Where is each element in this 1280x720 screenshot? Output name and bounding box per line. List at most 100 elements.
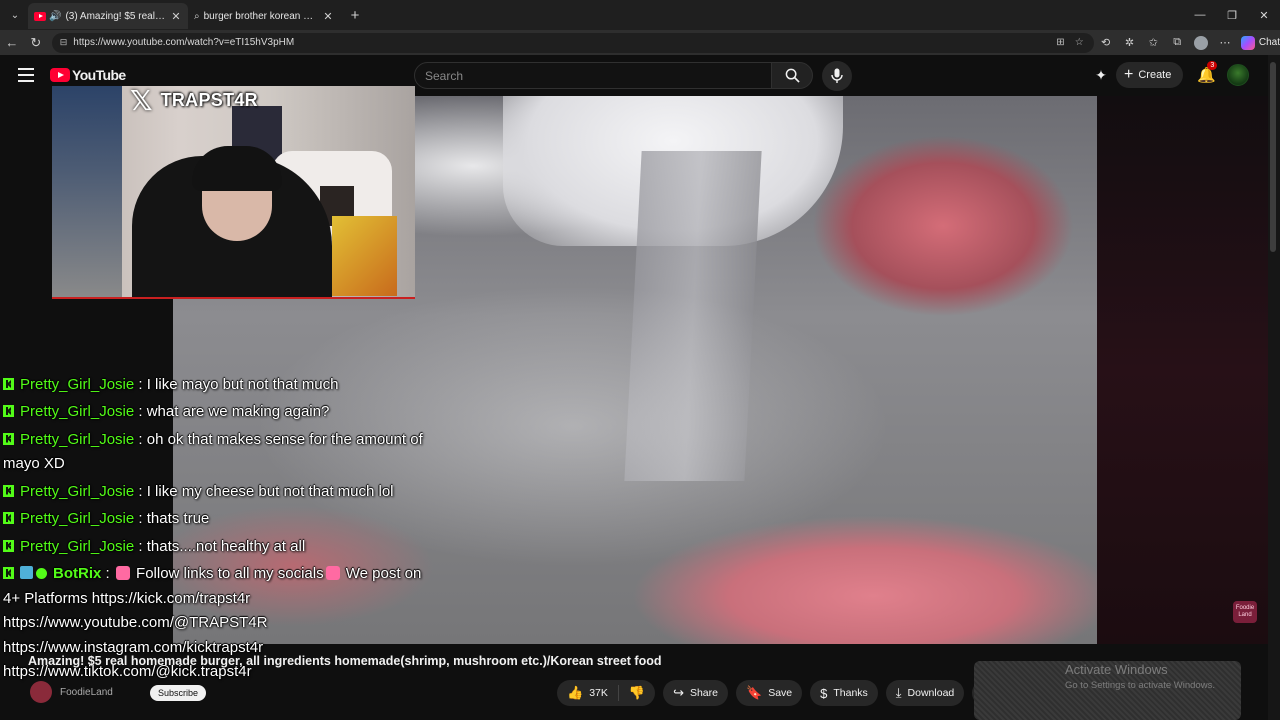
stream-chat-overlay: Pretty_Girl_Josie : I like mayo but not … <box>3 376 423 688</box>
tab-title: burger brother korean street food <box>203 10 318 22</box>
audio-playing-icon[interactable]: 🔊 <box>49 11 61 22</box>
thanks-label: Thanks <box>833 687 868 699</box>
notifications-button[interactable]: 🔔 3 <box>1191 61 1221 84</box>
chat-label: Chat <box>1258 37 1280 48</box>
chat-username: BotRix <box>53 565 102 582</box>
subscribe-button[interactable]: Subscribe <box>150 685 207 701</box>
restore-icon[interactable]: ❐ <box>1216 0 1248 30</box>
url-field[interactable]: ⊟ https://www.youtube.com/watch?v=eTI15h… <box>51 32 1094 53</box>
create-label: Create <box>1138 69 1172 81</box>
kick-badge-icon <box>3 539 14 552</box>
chat-message: Pretty_Girl_Josie : I like my cheese but… <box>3 480 423 505</box>
link-emote-icon <box>325 566 340 580</box>
new-tab-icon[interactable]: + <box>344 7 366 24</box>
thanks-button[interactable]: $ Thanks <box>810 680 878 706</box>
bot-text: Follow links to all my socials <box>131 565 324 582</box>
site-info-icon[interactable]: ⊟ <box>60 37 68 48</box>
kick-badge-icon <box>3 378 14 390</box>
bot-link: https://www.instagram.com/kicktrapst4r <box>3 638 264 656</box>
chat-username: Pretty_Girl_Josie <box>20 537 135 555</box>
minimize-icon[interactable]: — <box>1184 0 1216 30</box>
chat-username: Pretty_Girl_Josie <box>20 510 135 527</box>
profile-avatar[interactable] <box>1194 35 1209 50</box>
x-logo-icon: 𝕏 <box>130 83 153 117</box>
search-input[interactable]: Search <box>414 62 772 89</box>
kick-badge-icon <box>3 567 14 579</box>
kick-badge-icon <box>3 405 14 417</box>
save-button[interactable]: 🔖 Save <box>736 680 803 706</box>
verified-badge-icon <box>36 568 47 579</box>
favorites-icon[interactable]: ✩ <box>1141 36 1165 49</box>
tab-actions-chevron-icon[interactable]: ⌄ <box>2 4 28 26</box>
chat-username: Pretty_Girl_Josie <box>20 403 135 420</box>
browser-tab-bar: ⌄ 🔊 (3) Amazing! $5 real homemade burger… <box>0 0 1280 30</box>
youtube-favicon-icon <box>34 11 46 21</box>
thumbs-down-icon: 👎 <box>628 685 646 700</box>
chat-username: Pretty_Girl_Josie <box>20 482 135 500</box>
activate-windows-title: Activate Windows <box>1065 662 1168 677</box>
page-scrollbar-thumb[interactable] <box>1270 62 1276 252</box>
url-text: https://www.youtube.com/watch?v=eTI15hV3… <box>73 37 295 48</box>
favorite-star-icon[interactable]: ☆ <box>1075 37 1084 48</box>
kick-badge-icon <box>3 484 14 497</box>
bot-link: https://www.youtube.com/@TRAPST4R <box>3 614 268 631</box>
like-dislike-group: 👍 37K 👎 <box>557 680 656 706</box>
save-label: Save <box>768 687 793 699</box>
webcam-game-box <box>332 216 397 296</box>
chat-message: Pretty_Girl_Josie : what are we making a… <box>3 400 423 425</box>
settings-more-icon[interactable]: ⋯ <box>1213 36 1237 49</box>
like-button[interactable]: 👍 37K <box>557 685 619 701</box>
chat-username: Pretty_Girl_Josie <box>20 430 135 448</box>
link-emote-icon <box>115 566 130 580</box>
download-button[interactable]: ⤓ Download <box>885 680 965 706</box>
share-button[interactable]: ↪ Share <box>663 680 728 706</box>
search-button[interactable] <box>771 62 813 89</box>
plus-icon: + <box>1124 66 1134 83</box>
video-player-right-area <box>1097 96 1268 644</box>
close-window-icon[interactable]: ✕ <box>1248 0 1280 30</box>
header-actions: ✦ + Create 🔔 3 <box>1090 61 1250 88</box>
youtube-logo[interactable]: YouTube <box>50 67 126 83</box>
download-label: Download <box>907 687 955 699</box>
tab-search[interactable]: ⌕ burger brother korean street food ✕ <box>188 3 340 29</box>
voice-search-button[interactable] <box>822 61 852 91</box>
video-title: Amazing! $5 real homemade burger, all in… <box>28 654 662 668</box>
chat-message: Pretty_Girl_Josie : thats....not healthy… <box>3 535 423 560</box>
channel-name[interactable]: FoodieLand <box>60 687 113 698</box>
collections-icon[interactable]: ⧉ <box>1165 36 1189 49</box>
address-bar-row: ← ↻ ⊟ https://www.youtube.com/watch?v=eT… <box>0 30 1280 55</box>
chat-text: : what are we making again? <box>134 403 330 420</box>
chat-message: Pretty_Girl_Josie : I like mayo but not … <box>3 373 423 397</box>
youtube-wordmark: YouTube <box>72 67 126 83</box>
app-install-icon[interactable]: ⊞ <box>1056 37 1064 48</box>
window-controls: — ❐ ✕ <box>1184 0 1280 30</box>
create-button[interactable]: + Create <box>1116 62 1184 88</box>
chat-message: Pretty_Girl_Josie : oh ok that makes sen… <box>3 428 423 477</box>
close-tab-icon[interactable]: ✕ <box>322 10 334 23</box>
copilot-icon <box>1240 35 1255 50</box>
chat-text: : thats true <box>134 510 210 527</box>
microphone-icon <box>831 68 843 83</box>
refresh-icon[interactable]: ↻ <box>24 35 48 51</box>
close-tab-icon[interactable]: ✕ <box>170 10 182 23</box>
streamer-webcam <box>52 86 415 299</box>
extension-icon[interactable]: ⟲ <box>1094 36 1118 49</box>
bot-badge-icon <box>20 566 33 579</box>
ask-ai-sparkle-icon[interactable]: ✦ <box>1090 67 1112 84</box>
youtube-play-icon <box>50 68 70 82</box>
channel-avatar[interactable] <box>30 681 52 703</box>
chat-text: : thats....not healthy at all <box>134 537 306 555</box>
menu-hamburger-icon[interactable] <box>18 68 34 82</box>
channel-watermark[interactable]: Foodie Land <box>1233 601 1257 623</box>
tab-title: (3) Amazing! $5 real homemade burger <box>65 10 166 22</box>
dislike-button[interactable]: 👎 <box>619 685 655 701</box>
webcam-background-left <box>52 86 122 297</box>
account-avatar[interactable] <box>1227 64 1250 86</box>
like-count: 37K <box>589 687 608 699</box>
back-arrow-icon[interactable]: ← <box>0 35 24 50</box>
copilot-chat-button[interactable]: Chat <box>1240 35 1280 50</box>
video-actions: 👍 37K 👎 ↪ Share 🔖 Save $ Thanks ⤓ Downlo… <box>557 680 999 706</box>
channel-info[interactable]: FoodieLand <box>30 681 113 703</box>
tab-youtube-video[interactable]: 🔊 (3) Amazing! $5 real homemade burger ✕ <box>28 3 188 29</box>
extensions-puzzle-icon[interactable]: ✲ <box>1118 36 1142 49</box>
